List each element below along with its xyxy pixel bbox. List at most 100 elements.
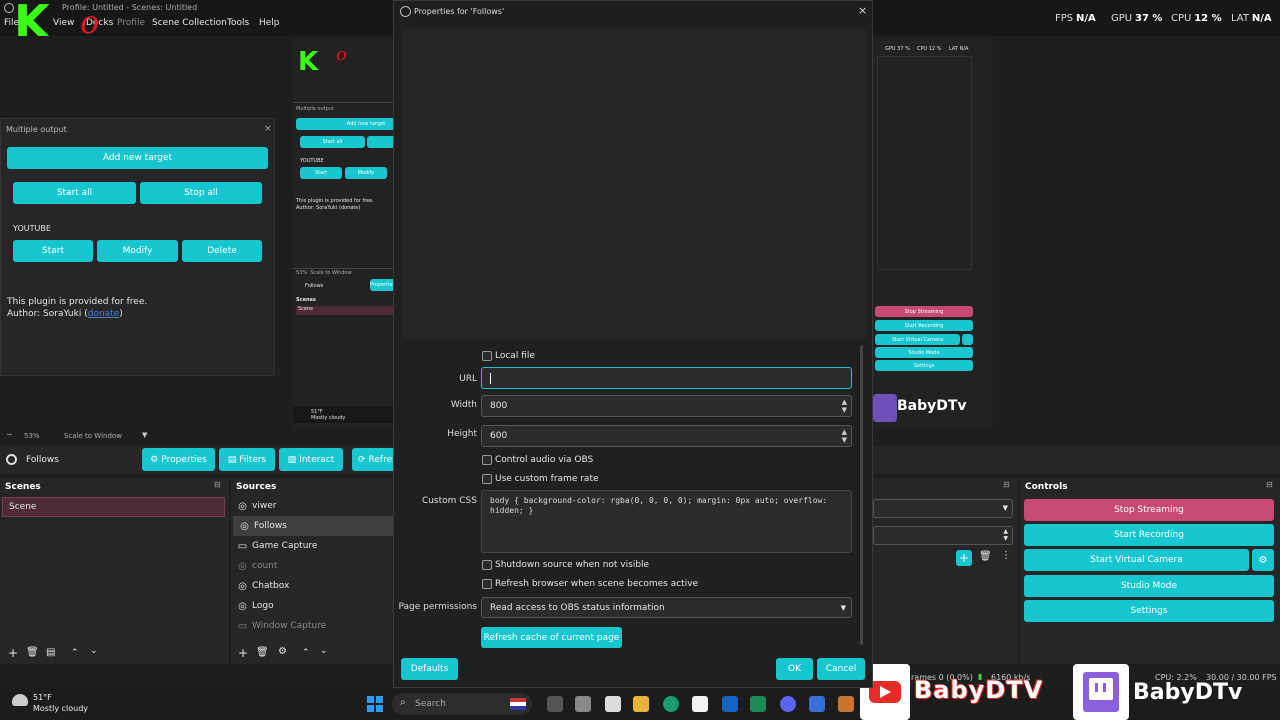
add-icon[interactable]: + xyxy=(956,550,972,566)
trash-icon[interactable]: 🗑 xyxy=(26,647,39,658)
taskbar-search[interactable]: ⌕ Search xyxy=(392,693,532,715)
defaults-button[interactable]: Defaults xyxy=(401,658,458,680)
nested-twitch-icon xyxy=(873,394,897,422)
weather-temp: 51°F xyxy=(33,693,52,702)
delete-button[interactable]: Delete xyxy=(182,240,262,262)
add-scene-icon[interactable]: + xyxy=(8,646,18,660)
trash-icon[interactable]: 🗑 xyxy=(979,551,992,562)
studio-mode-button[interactable]: Studio Mode xyxy=(1024,575,1274,597)
dock-menu-icon[interactable]: ⊟ xyxy=(1266,480,1273,489)
app-icon[interactable] xyxy=(575,696,591,712)
shutdown-checkbox[interactable] xyxy=(482,560,492,570)
arrow-down-icon[interactable]: ⌄ xyxy=(320,646,328,656)
source-item[interactable]: ◎ count xyxy=(231,556,393,576)
nested-props: Properties xyxy=(370,279,395,291)
arrow-down-icon[interactable]: ⌄ xyxy=(90,646,98,656)
start-all-button[interactable]: Start all xyxy=(13,182,136,204)
menu-scene-collection[interactable]: Scene Collection xyxy=(152,18,227,28)
interact-button[interactable]: ▧ Interact xyxy=(279,448,343,471)
spinner-arrows-icon[interactable]: ▲ ▼ xyxy=(842,398,847,414)
source-item[interactable]: ◎ Chatbox xyxy=(231,576,393,596)
source-item[interactable]: ◎ Logo xyxy=(231,596,393,616)
arrow-up-icon[interactable]: ⌃ xyxy=(71,648,79,658)
edge-icon[interactable] xyxy=(663,696,679,712)
task-view-icon[interactable] xyxy=(547,696,563,712)
custom-css-label: Custom CSS xyxy=(421,496,477,506)
windows-start-icon[interactable] xyxy=(367,696,383,712)
search-icon: ⌕ xyxy=(400,697,406,708)
menu-view[interactable]: View xyxy=(53,18,74,28)
donate-link[interactable]: donate xyxy=(88,309,120,319)
local-file-checkbox[interactable] xyxy=(482,351,492,361)
refresh-active-checkbox[interactable] xyxy=(482,579,492,589)
menu-help[interactable]: Help xyxy=(259,18,280,28)
more-icon[interactable]: ⋮ xyxy=(1001,550,1011,561)
nested-gear xyxy=(962,334,973,345)
app-icon[interactable] xyxy=(692,696,708,712)
start-recording-button[interactable]: Start Recording xyxy=(1024,524,1274,546)
source-item[interactable]: ◎ Follows xyxy=(233,516,395,536)
width-input[interactable]: 800 ▲ ▼ xyxy=(481,395,852,417)
arrow-up-icon[interactable]: ⌃ xyxy=(302,648,310,658)
menu-tools[interactable]: Tools xyxy=(227,18,249,28)
start-virtual-camera-button[interactable]: Start Virtual Camera xyxy=(1024,549,1249,571)
filters-button[interactable]: ▤ Filters xyxy=(219,448,275,471)
dock-menu-icon[interactable]: ⊟ xyxy=(1003,480,1010,489)
modify-button[interactable]: Modify xyxy=(97,240,178,262)
url-input[interactable] xyxy=(481,367,852,389)
custom-css-textarea[interactable]: body { background-color: rgba(0, 0, 0, 0… xyxy=(481,490,852,553)
page-permissions-select[interactable]: Read access to OBS status information ▼ xyxy=(481,597,852,618)
image-icon: ◎ xyxy=(238,600,247,612)
stop-streaming-button[interactable]: Stop Streaming xyxy=(1024,499,1274,521)
nested-virtual-camera: Start Virtual Camera xyxy=(875,334,960,345)
outlook-icon[interactable] xyxy=(722,696,738,712)
scene-item[interactable]: Scene xyxy=(2,497,225,517)
height-input[interactable]: 600 ▲ ▼ xyxy=(481,425,852,447)
scale-select[interactable]: Scale to Window xyxy=(64,432,122,440)
transition-select[interactable]: ▼ xyxy=(873,499,1013,518)
settings-button[interactable]: Settings xyxy=(1024,600,1274,622)
nested-stop-streaming: Stop Streaming xyxy=(875,306,973,317)
flag-icon xyxy=(510,698,526,710)
scrollbar[interactable] xyxy=(860,345,863,645)
gear-icon[interactable]: ⚙ xyxy=(278,646,287,657)
dialog-title-bar: Properties for 'Follows' × xyxy=(394,1,872,23)
close-icon[interactable]: × xyxy=(858,4,867,17)
multiple-output-dock: Multiple output × Add new target Start a… xyxy=(0,118,275,376)
folder-icon[interactable] xyxy=(633,696,649,712)
close-icon[interactable]: × xyxy=(264,124,272,134)
start-button[interactable]: Start xyxy=(13,240,93,262)
menu-profile[interactable]: Profile xyxy=(117,18,145,28)
refresh-cache-button[interactable]: Refresh cache of current page xyxy=(481,627,622,648)
add-source-icon[interactable]: + xyxy=(238,646,248,660)
spinner-arrows-icon[interactable]: ▲ ▼ xyxy=(842,428,847,444)
ok-button[interactable]: OK xyxy=(776,658,813,680)
trash-icon[interactable]: 🗑 xyxy=(256,647,269,658)
duration-field[interactable]: ▲ ▼ xyxy=(873,526,1013,545)
globe-icon: ◎ xyxy=(238,500,247,512)
virtual-camera-settings-button[interactable]: ⚙ xyxy=(1252,549,1274,571)
youtube-channel-name: BabyDTV xyxy=(914,676,1044,704)
app-icon[interactable] xyxy=(605,696,621,712)
nested-mo-title: Multiple output xyxy=(296,106,334,112)
cancel-button[interactable]: Cancel xyxy=(817,658,865,680)
zoom-level: 53% xyxy=(24,432,40,440)
source-item[interactable]: ▭ Game Capture xyxy=(231,536,393,556)
add-new-target-button[interactable]: Add new target xyxy=(7,147,268,169)
twitch-logo xyxy=(1073,664,1129,720)
discord-icon[interactable] xyxy=(780,696,796,712)
dock-menu-icon[interactable]: ⊟ xyxy=(214,480,221,489)
filter-icon[interactable]: ▤ xyxy=(46,647,55,658)
chevron-down-icon[interactable]: ▼ xyxy=(142,431,147,439)
app-icon[interactable] xyxy=(750,696,766,712)
control-audio-checkbox[interactable] xyxy=(482,455,492,465)
controls-title: Controls xyxy=(1025,482,1068,492)
app-icon[interactable] xyxy=(809,696,825,712)
stop-all-button[interactable]: Stop all xyxy=(140,182,262,204)
app-icon[interactable] xyxy=(838,696,854,712)
properties-button[interactable]: ⚙ Properties xyxy=(142,448,215,471)
zoom-out-icon[interactable]: − xyxy=(6,430,13,439)
source-item[interactable]: ◎ viwer xyxy=(231,496,393,516)
custom-frame-rate-checkbox[interactable] xyxy=(482,474,492,484)
source-item[interactable]: ▭ Window Capture xyxy=(231,616,393,636)
